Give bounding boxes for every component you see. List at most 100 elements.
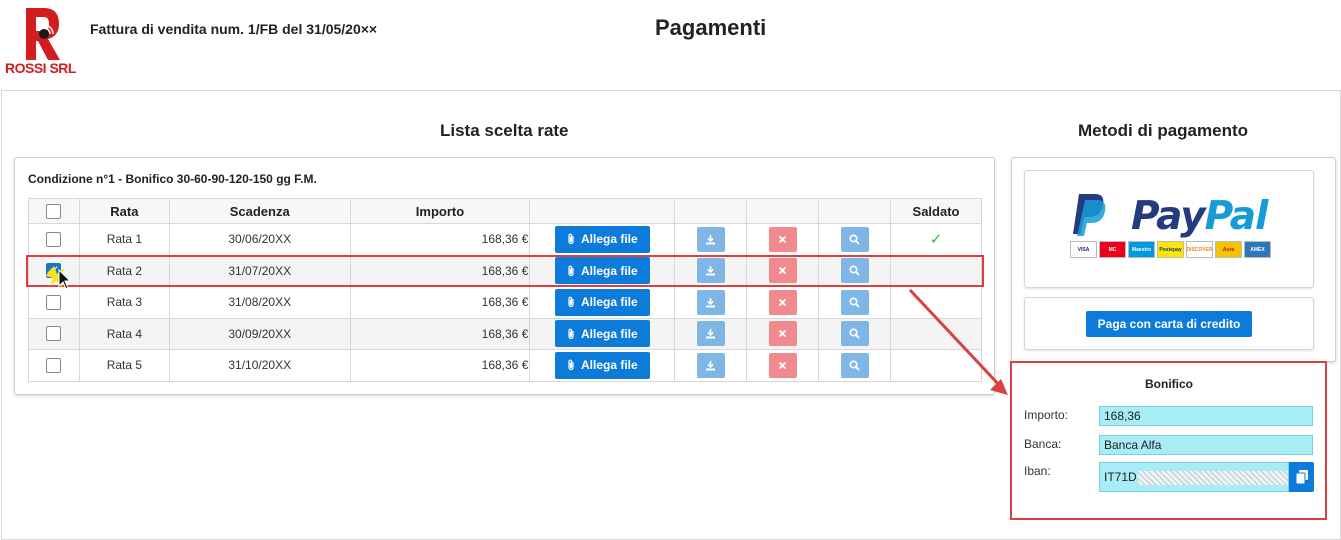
column-header: Importo (349, 198, 531, 224)
paperclip-icon (568, 359, 574, 371)
amount-field[interactable]: 168,36 (1099, 406, 1313, 426)
paid-cell: ✓ (890, 223, 982, 256)
discover-card-icon: DISCOVER (1186, 241, 1213, 258)
select-all-checkbox[interactable] (46, 204, 62, 220)
amount-label: Importo: (1024, 408, 1069, 422)
iban-redaction (1137, 470, 1288, 485)
delete-icon (779, 361, 787, 369)
view-button[interactable] (840, 258, 869, 284)
amount-cell: 168,36 € (349, 254, 531, 287)
view-button[interactable] (840, 289, 869, 315)
delete-button[interactable] (768, 321, 797, 347)
iban-field[interactable]: IT71D (1099, 462, 1289, 492)
table-row[interactable]: Rata 1 30/06/20XX 168,36 € Allega file ✓ (28, 223, 982, 256)
download-button[interactable] (696, 289, 725, 315)
delete-button[interactable] (768, 289, 797, 315)
download-button[interactable] (696, 352, 725, 378)
maestro-card-icon: Maestro (1128, 241, 1155, 258)
search-icon (849, 234, 860, 245)
paperclip-icon (568, 328, 574, 339)
amount-cell: 168,36 € (349, 286, 531, 319)
visa-card-icon: VISA (1070, 241, 1097, 258)
row-checkbox[interactable] (46, 294, 62, 310)
row-checkbox[interactable] (46, 357, 62, 373)
download-button[interactable] (696, 226, 725, 252)
column-header (818, 198, 892, 224)
attach-file-label: Allega file (580, 295, 638, 310)
attach-file-button[interactable]: Allega file (554, 257, 650, 285)
rata-cell: Rata 5 (78, 349, 170, 382)
download-icon (706, 329, 716, 339)
row-checkbox[interactable] (46, 231, 62, 247)
condition-title: Condizione n°1 - Bonifico 30-60-90-120-1… (28, 172, 317, 186)
search-icon (849, 360, 860, 371)
paid-cell (890, 349, 982, 382)
pay-with-credit-card-button[interactable]: Paga con carta di credito (1086, 311, 1252, 337)
attach-file-label: Allega file (580, 326, 638, 341)
amount-cell: 168,36 € (349, 349, 531, 382)
iban-value: IT71D (1104, 470, 1137, 484)
select-all-header (28, 198, 80, 224)
row-select-cell (28, 349, 80, 382)
attach-file-button[interactable]: Allega file (554, 225, 650, 253)
download-icon (706, 266, 716, 276)
attach-file-button[interactable]: Allega file (554, 351, 650, 379)
invoice-title: Fattura di vendita num. 1/FB del 31/05/2… (90, 21, 378, 37)
due-date-cell: 31/10/20XX (168, 349, 351, 382)
installments-title: Lista scelta rate (440, 121, 569, 140)
due-date-cell: 30/06/20XX (168, 223, 351, 256)
page-header: ROSSI SRL Fattura di vendita num. 1/FB d… (0, 0, 1341, 88)
delete-cell (746, 254, 820, 287)
row-checkbox[interactable] (46, 326, 62, 342)
search-icon (849, 297, 860, 308)
download-button[interactable] (696, 258, 725, 284)
table-row[interactable]: Rata 4 30/09/20XX 168,36 € Allega file (28, 317, 982, 350)
download-icon (706, 360, 716, 371)
attach-file-button[interactable]: Allega file (554, 320, 650, 348)
due-date-cell: 31/08/20XX (168, 286, 351, 319)
paypal-icon (1073, 194, 1106, 236)
delete-button[interactable] (768, 352, 797, 378)
download-cell (674, 317, 748, 350)
column-header (746, 198, 820, 224)
view-cell (818, 286, 892, 319)
card-logos: VISA MC Maestro Postepay DISCOVER Aura A… (1070, 241, 1271, 258)
rata-cell: Rata 2 (78, 254, 170, 287)
paperclip-icon (568, 233, 574, 245)
attach-cell: Allega file (529, 223, 676, 256)
attach-cell: Allega file (529, 286, 676, 319)
page-title: Pagamenti (655, 15, 767, 40)
table-header-row: Rata Scadenza Importo Saldato (28, 198, 982, 224)
table-row[interactable]: Rata 5 31/10/20XX 168,36 € Allega file (28, 349, 982, 382)
rata-cell: Rata 3 (78, 286, 170, 319)
column-header: Saldato (890, 198, 982, 224)
download-icon (706, 297, 716, 308)
search-icon (849, 328, 860, 339)
view-button[interactable] (840, 321, 869, 347)
table-row[interactable]: Rata 3 31/08/20XX 168,36 € Allega file (28, 286, 982, 319)
payment-methods-title: Metodi di pagamento (1078, 121, 1248, 140)
table-row[interactable]: Rata 231/07/20XX168,36 € Allega file (28, 254, 982, 287)
view-button[interactable] (840, 226, 869, 252)
delete-cell (746, 223, 820, 256)
download-button[interactable] (696, 321, 725, 347)
attach-file-button[interactable]: Allega file (554, 288, 650, 316)
download-cell (674, 223, 748, 256)
attach-cell: Allega file (529, 349, 676, 382)
attach-file-label: Allega file (580, 358, 638, 373)
rata-cell: Rata 4 (78, 317, 170, 350)
bank-field[interactable]: Banca Alfa (1099, 435, 1313, 455)
delete-icon (779, 267, 787, 275)
delete-icon (779, 235, 787, 243)
download-cell (674, 254, 748, 287)
view-button[interactable] (840, 352, 869, 378)
view-cell (818, 223, 892, 256)
delete-button[interactable] (768, 258, 797, 284)
paperclip-icon (568, 265, 574, 276)
due-date-cell: 31/07/20XX (168, 254, 351, 287)
row-select-cell (28, 317, 80, 350)
delete-cell (746, 349, 820, 382)
attach-file-label: Allega file (580, 263, 638, 278)
delete-button[interactable] (768, 226, 797, 252)
copy-iban-button[interactable] (1289, 462, 1314, 492)
